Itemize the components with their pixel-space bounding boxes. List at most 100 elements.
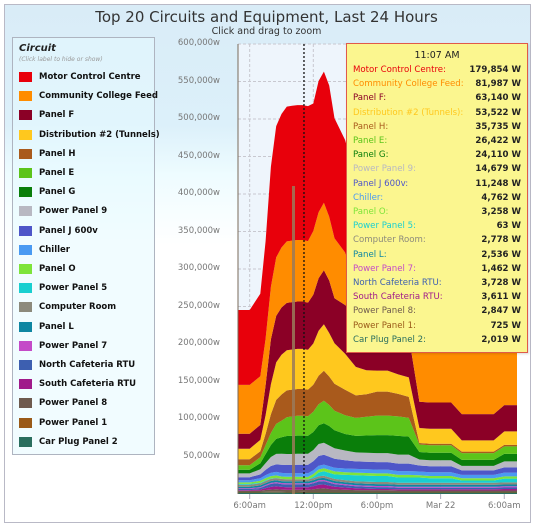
- x-tick-label: 6:00pm: [360, 501, 394, 511]
- tooltip-series-value: 2,536 W: [481, 249, 521, 260]
- tooltip-series-label: Panel E:: [353, 136, 388, 146]
- legend-label[interactable]: North Cafeteria RTU: [39, 360, 135, 370]
- legend-label[interactable]: Power Panel 9: [39, 206, 107, 216]
- tooltip-series-label: Car Plug Panel 2:: [353, 334, 427, 345]
- legend-label[interactable]: Power Panel 1: [39, 418, 107, 428]
- tooltip-row: Panel F: 63,140 W: [353, 93, 521, 106]
- legend-swatch: [19, 321, 32, 332]
- legend-item[interactable]: Car Plug Panel 2: [19, 435, 118, 449]
- x-tick-label: 6:00am: [233, 501, 266, 511]
- x-tick-label: 6:00am: [487, 501, 521, 511]
- x-tick-marks: [249, 494, 505, 499]
- tooltip-series-label: Motor Control Centre:: [353, 65, 446, 75]
- tooltip-series-label: Distribution #2 (Tunnels):: [353, 107, 464, 118]
- legend-item[interactable]: Power Panel 8: [19, 396, 107, 410]
- y-tick-label: 350,000w: [177, 225, 220, 236]
- tooltip-row: Computer Room: 2,778 W: [353, 235, 521, 248]
- tooltip-row: Chiller: 4,762 W: [353, 193, 521, 206]
- tooltip-series-label: Panel H:: [353, 121, 389, 132]
- legend-swatch: [19, 129, 32, 140]
- tooltip-series-value: 14,679 W: [475, 164, 521, 175]
- tooltip-series-value: 2,778 W: [481, 235, 521, 246]
- tooltip-row: North Cafeteria RTU: 3,728 W: [353, 278, 521, 291]
- tooltip-series-value: 63 W: [496, 221, 521, 232]
- legend-label[interactable]: Panel J 600v: [39, 226, 98, 236]
- tooltip-series-value: 3,258 W: [481, 207, 521, 217]
- x-tick-label: 12:00pm: [294, 501, 333, 511]
- legend-hint: (Click label to hide or show): [19, 56, 103, 63]
- legend-label[interactable]: South Cafeteria RTU: [39, 379, 136, 389]
- legend-item[interactable]: Community College Feed: [19, 89, 158, 103]
- tooltip-row: Distribution #2 (Tunnels): 53,522 W: [353, 108, 521, 121]
- legend-item[interactable]: South Cafeteria RTU: [19, 377, 136, 391]
- legend-label[interactable]: Panel F: [39, 110, 74, 120]
- area-car-plug-panel-2[interactable]: [238, 492, 517, 494]
- legend-swatch: [19, 283, 32, 294]
- legend-item[interactable]: Power Panel 5: [19, 281, 107, 295]
- tooltip-series-value: 26,422 W: [475, 136, 521, 146]
- legend-item[interactable]: Panel J 600v: [19, 224, 98, 238]
- y-tick-label: 150,000w: [177, 375, 220, 386]
- legend-label[interactable]: Computer Room: [39, 302, 116, 312]
- legend-item[interactable]: Panel E: [19, 166, 74, 180]
- legend-label[interactable]: Panel O: [39, 264, 76, 274]
- tooltip-series-value: 81,987 W: [475, 79, 521, 90]
- legend-swatch: [19, 148, 32, 159]
- tooltip-series-value: 725 W: [490, 320, 521, 331]
- legend-item[interactable]: Power Panel 1: [19, 416, 107, 430]
- legend-swatch: [19, 302, 32, 313]
- y-tick-label: 400,000w: [177, 188, 220, 198]
- legend-label[interactable]: Panel G: [39, 187, 75, 197]
- legend-item[interactable]: Panel O: [19, 262, 76, 276]
- legend-item[interactable]: Panel G: [19, 185, 75, 199]
- tooltip-row: Power Panel 5: 63 W: [353, 221, 521, 234]
- legend-item[interactable]: Chiller: [19, 243, 70, 257]
- tooltip-row: Panel J 600v: 11,248 W: [353, 179, 521, 192]
- legend-label[interactable]: Panel H: [39, 149, 76, 159]
- legend-swatch: [19, 91, 32, 102]
- y-tick-label: 300,000w: [177, 263, 220, 273]
- legend-item[interactable]: Distribution #2 (Tunnels): [19, 128, 160, 142]
- tooltip-time: 11:07 AM: [414, 50, 460, 61]
- legend-label[interactable]: Panel L: [39, 322, 74, 332]
- y-tick-label: 50,000w: [183, 450, 220, 461]
- y-tick-label: 250,000w: [177, 300, 220, 311]
- tooltip-row: Panel O: 3,258 W: [353, 207, 521, 220]
- tooltip-series-label: Power Panel 8:: [353, 306, 416, 317]
- legend-item[interactable]: Panel H: [19, 147, 76, 161]
- legend-item[interactable]: Motor Control Centre: [19, 70, 141, 84]
- legend-title: Circuit: [19, 43, 56, 54]
- tooltip-row: Motor Control Centre: 179,854 W: [353, 65, 521, 78]
- legend-swatch: [19, 360, 32, 370]
- legend-swatch: [19, 264, 32, 274]
- legend-item[interactable]: North Cafeteria RTU: [19, 358, 135, 372]
- legend-label[interactable]: Community College Feed: [39, 91, 158, 101]
- legend-item[interactable]: Power Panel 7: [19, 339, 107, 353]
- tooltip-series-label: Power Panel 1:: [353, 320, 416, 331]
- legend-label[interactable]: Power Panel 7: [39, 341, 107, 351]
- x-tick-label: Mar 22: [425, 501, 456, 511]
- legend-label[interactable]: Power Panel 5: [39, 283, 107, 293]
- legend-label[interactable]: Motor Control Centre: [39, 72, 141, 82]
- tooltip-series-label: Chiller:: [353, 192, 384, 203]
- tooltip-series-value: 3,611 W: [481, 292, 521, 303]
- legend-label[interactable]: Distribution #2 (Tunnels): [39, 130, 160, 140]
- legend-item[interactable]: Panel L: [19, 320, 74, 334]
- legend-label[interactable]: Car Plug Panel 2: [39, 437, 118, 447]
- legend-label[interactable]: Power Panel 8: [39, 398, 107, 408]
- legend-swatch: [19, 244, 32, 255]
- legend-label[interactable]: Chiller: [39, 245, 70, 255]
- legend-item[interactable]: Panel F: [19, 108, 74, 122]
- legend-item[interactable]: Power Panel 9: [19, 204, 107, 218]
- tooltip-row: Panel G: 24,110 W: [353, 150, 521, 163]
- y-tick-label: 500,000w: [177, 113, 220, 123]
- legend-item[interactable]: Computer Room: [19, 300, 116, 314]
- tooltip-series-value: 24,110 W: [475, 150, 521, 161]
- y-tick-label: 450,000w: [177, 150, 220, 161]
- tooltip-row: Community College Feed: 81,987 W: [353, 79, 521, 92]
- tooltip-series-value: 3,728 W: [481, 278, 521, 288]
- tooltip-row: Power Panel 9: 14,679 W: [353, 164, 521, 177]
- legend-swatch: [19, 110, 32, 121]
- legend-label[interactable]: Panel E: [39, 168, 74, 178]
- y-tick-label: 100,000w: [177, 413, 220, 423]
